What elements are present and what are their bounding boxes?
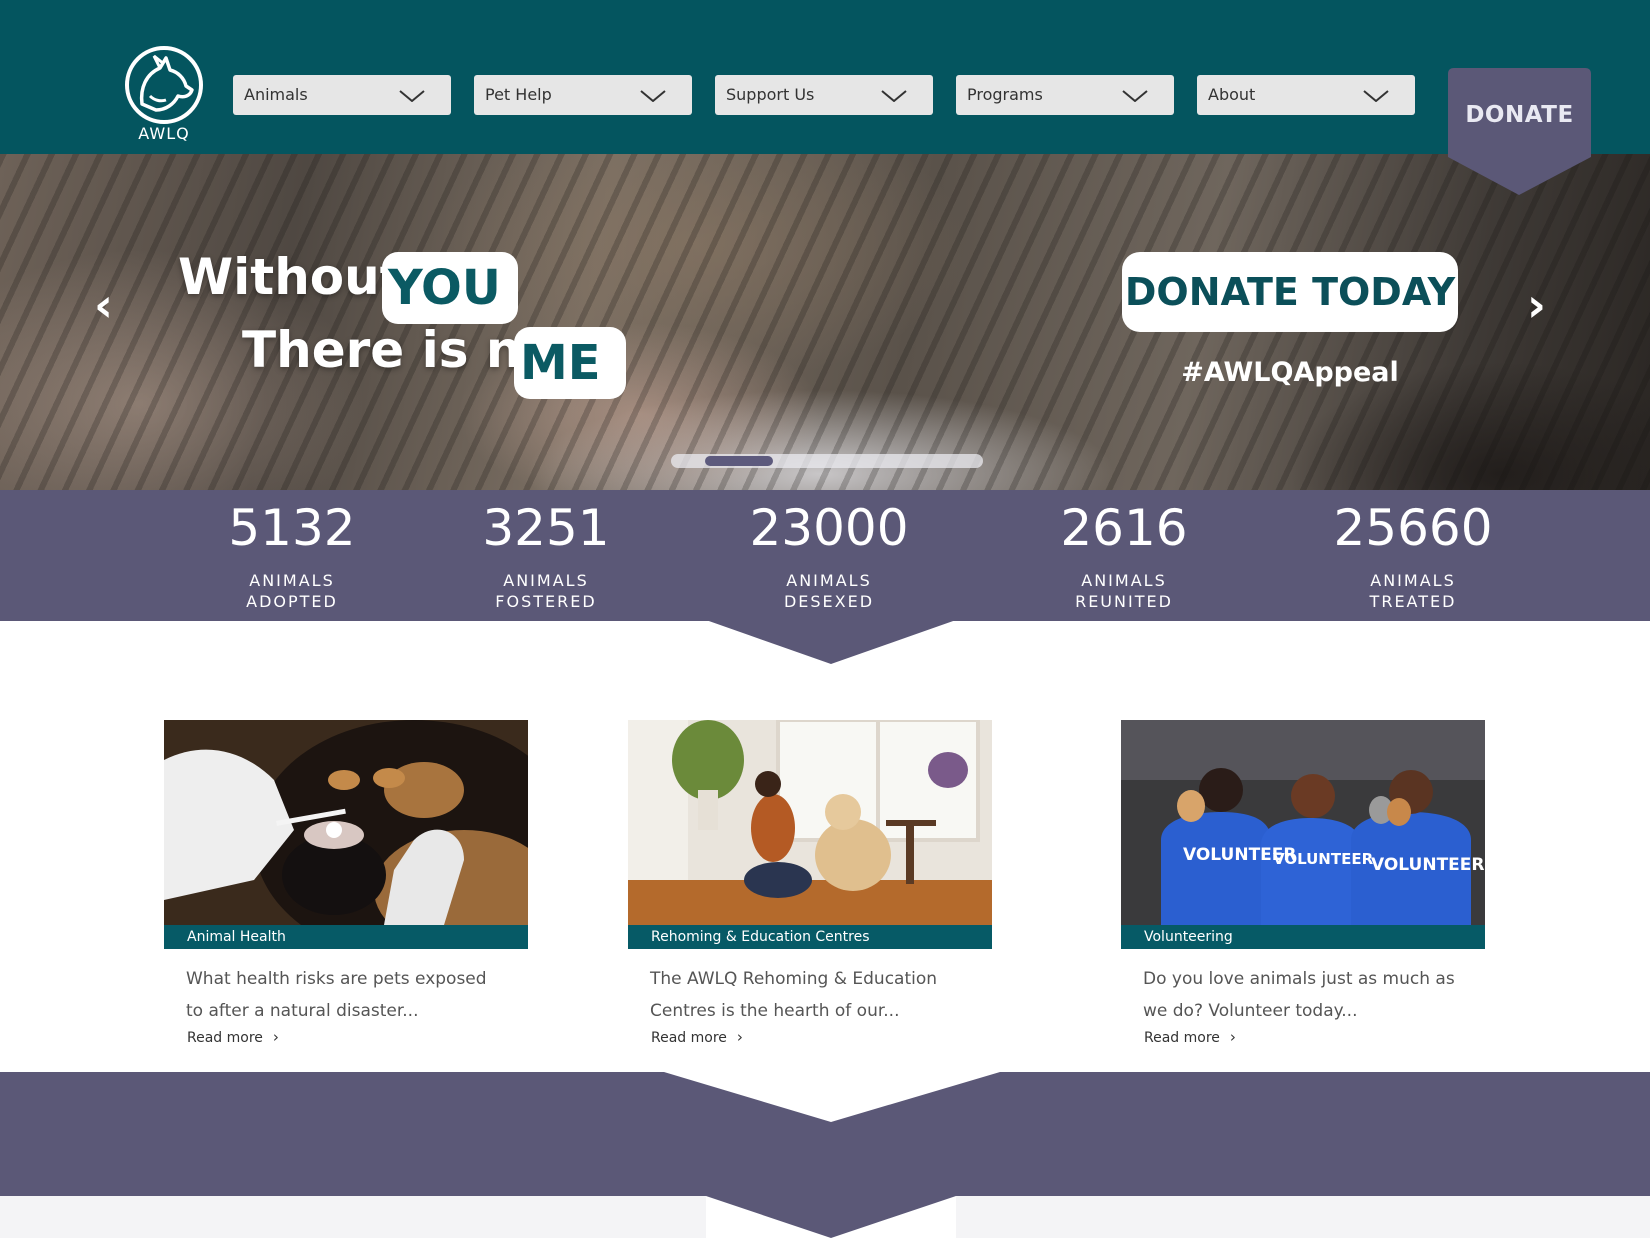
donate-today-button[interactable]: DONATE TODAY xyxy=(1122,252,1458,332)
nav-label: Pet Help xyxy=(485,85,552,104)
stat-value: 2616 xyxy=(1060,499,1188,557)
nav-dropdown-about[interactable]: About xyxy=(1197,75,1415,115)
chevron-down-icon xyxy=(881,90,907,102)
stat-reunited: 2616 ANIMALS REUNITED xyxy=(1014,490,1234,612)
volunteer-shirt-text: VOLUNTEER xyxy=(1273,850,1374,868)
dog-head-logo-icon xyxy=(125,46,203,124)
chevron-down-icon xyxy=(1122,90,1148,102)
bottom-purple-band xyxy=(0,1072,1650,1238)
nav-label: Programs xyxy=(967,85,1043,104)
card-rehoming-centres[interactable]: Rehoming & Education Centres The AWLQ Re… xyxy=(628,720,992,1048)
chevron-down-icon xyxy=(640,90,666,102)
read-more-label: Read more xyxy=(1144,1030,1220,1046)
hero-line-1: Without xyxy=(178,248,404,306)
stat-value: 23000 xyxy=(749,499,909,557)
chevron-right-icon: › xyxy=(1229,1028,1236,1046)
awlq-logo[interactable]: AWLQ xyxy=(120,44,208,146)
slider-pagination-thumb[interactable] xyxy=(705,456,773,466)
nav-label: About xyxy=(1208,85,1256,104)
stat-treated: 25660 ANIMALS TREATED xyxy=(1303,490,1523,612)
prev-slide-arrow-icon[interactable]: ‹ xyxy=(94,282,113,328)
nav-dropdown-animals[interactable]: Animals xyxy=(233,75,451,115)
chevron-right-icon: › xyxy=(736,1028,743,1046)
chevron-down-icon xyxy=(1363,90,1389,102)
card-excerpt: The AWLQ Rehoming & Education Centres is… xyxy=(650,969,938,1021)
read-more-label: Read more xyxy=(187,1030,263,1046)
logo-text: AWLQ xyxy=(138,124,190,143)
volunteer-shirt-text: VOLUNTEER xyxy=(1371,855,1484,875)
stat-value: 5132 xyxy=(228,499,356,557)
stat-value: 25660 xyxy=(1333,499,1493,557)
site-header: AWLQ Animals Pet Help Support Us Program… xyxy=(0,0,1650,154)
read-more-link[interactable]: Read more › xyxy=(628,1027,992,1048)
read-more-link[interactable]: Read more › xyxy=(164,1027,528,1048)
card-excerpt: What health risks are pets exposed to af… xyxy=(186,969,487,1021)
nav-dropdown-support-us[interactable]: Support Us xyxy=(715,75,933,115)
appeal-hashtag: #AWLQAppeal xyxy=(1181,357,1399,388)
card-category-tag[interactable]: Volunteering xyxy=(1121,925,1485,949)
stat-label: ANIMALS DESEXED xyxy=(783,571,875,611)
stats-notch-arrow xyxy=(706,620,956,664)
nav-dropdown-programs[interactable]: Programs xyxy=(956,75,1174,115)
hero-pill-you: YOU xyxy=(382,252,518,324)
stat-value: 3251 xyxy=(482,499,610,557)
stat-label: ANIMALS REUNITED xyxy=(1075,571,1173,611)
donate-tab-shape[interactable] xyxy=(1448,68,1591,196)
stat-desexed: 23000 ANIMALS DESEXED xyxy=(719,490,939,612)
nav-label: Support Us xyxy=(726,85,815,104)
card-category-tag[interactable]: Animal Health xyxy=(164,925,528,949)
slider-pagination-track[interactable] xyxy=(671,454,983,468)
donate-button[interactable]: DONATE xyxy=(1448,102,1591,128)
stat-fostered: 3251 ANIMALS FOSTERED xyxy=(436,490,656,612)
card-excerpt: Do you love animals just as much as we d… xyxy=(1143,969,1455,1021)
read-more-label: Read more xyxy=(651,1030,727,1046)
woman-with-dog-image[interactable] xyxy=(628,720,992,925)
nav-label: Animals xyxy=(244,85,308,104)
stat-adopted: 5132 ANIMALS ADOPTED xyxy=(182,490,402,612)
stats-band: 5132 ANIMALS ADOPTED 3251 ANIMALS FOSTER… xyxy=(0,490,1650,621)
hero-slider: ‹ › Without YOU There is no ME DONATE TO… xyxy=(0,154,1650,490)
stat-label: ANIMALS FOSTERED xyxy=(495,571,597,611)
read-more-link[interactable]: Read more › xyxy=(1121,1027,1485,1048)
chevron-down-icon xyxy=(399,90,425,102)
card-animal-health[interactable]: Animal Health What health risks are pets… xyxy=(164,720,528,1048)
stat-label: ANIMALS TREATED xyxy=(1369,571,1457,611)
vet-treating-dog-image[interactable] xyxy=(164,720,528,925)
nav-dropdown-pet-help[interactable]: Pet Help xyxy=(474,75,692,115)
chevron-right-icon: › xyxy=(272,1028,279,1046)
card-volunteering[interactable]: VOLUNTEER VOLUNTEER VOLUNTEER Volunteeri… xyxy=(1121,720,1485,1048)
volunteers-with-kittens-image[interactable]: VOLUNTEER VOLUNTEER VOLUNTEER xyxy=(1121,720,1485,925)
card-category-tag[interactable]: Rehoming & Education Centres xyxy=(628,925,992,949)
hero-line-2: There is no xyxy=(242,321,556,379)
hero-pill-me: ME xyxy=(514,327,626,399)
next-slide-arrow-icon[interactable]: › xyxy=(1527,282,1546,328)
stat-label: ANIMALS ADOPTED xyxy=(246,571,338,611)
